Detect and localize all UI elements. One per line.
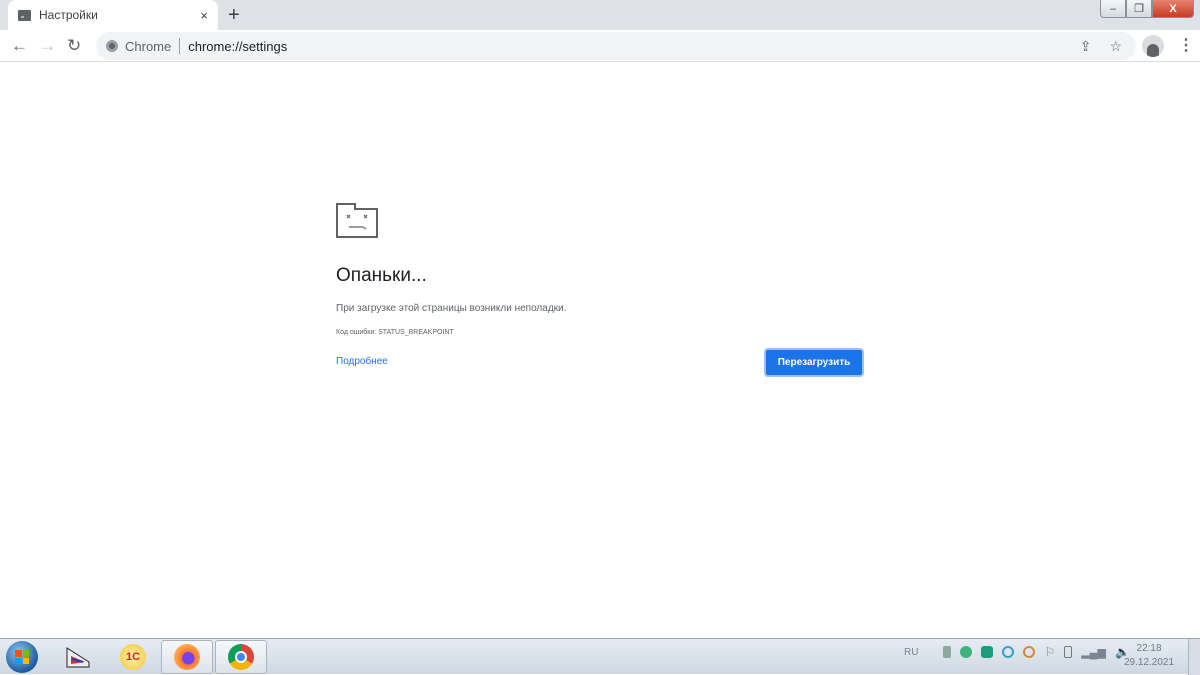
sad-page-icon	[336, 203, 378, 238]
time: 22:18	[1136, 643, 1162, 654]
new-tab-button[interactable]: +	[228, 5, 240, 25]
address-bar[interactable]: Chrome chrome://settings ⇪ ☆	[96, 32, 1136, 60]
wifi-hotspot-icon[interactable]	[1002, 646, 1015, 658]
tab-title: Настройки	[39, 8, 98, 22]
url-text[interactable]: chrome://settings	[188, 39, 287, 54]
error-title: Опаньки...	[336, 265, 427, 286]
profile-button[interactable]	[1142, 35, 1164, 57]
chrome-icon	[106, 40, 118, 52]
windows-logo-icon	[15, 650, 29, 664]
taskbar-1c[interactable]: 1С	[107, 640, 159, 674]
error-message: При загрузке этой страницы возникли непо…	[336, 303, 567, 314]
taskbar-firefox[interactable]	[161, 640, 213, 674]
error-code: Код ошибки: STATUS_BREAKPOINT	[336, 329, 454, 336]
back-button[interactable]: ←	[11, 36, 28, 56]
reload-button[interactable]: ↻	[67, 36, 81, 56]
network-app-icon[interactable]	[960, 646, 973, 658]
share-icon[interactable]: ⇪	[1080, 38, 1092, 55]
show-desktop-button[interactable]	[1188, 639, 1200, 675]
minimize-button[interactable]: ‒	[1100, 0, 1126, 18]
date: 29.12.2021	[1124, 657, 1175, 668]
tab-settings[interactable]: Настройки ×	[8, 0, 218, 30]
scanner-icon	[66, 647, 90, 668]
browser-toolbar: ← → ↻ Chrome chrome://settings ⇪ ☆ ⋮	[0, 30, 1200, 62]
start-button[interactable]	[6, 641, 38, 673]
details-link[interactable]: Подробнее	[336, 356, 388, 367]
usb-icon[interactable]	[943, 646, 952, 658]
language-indicator[interactable]: RU	[904, 647, 918, 658]
maximize-button[interactable]: ❐	[1126, 0, 1152, 18]
forward-button[interactable]: →	[39, 36, 56, 56]
taskbar: 1С RU ⚐ ▂▄▆ 🔈 22:18 29.12.2021	[0, 638, 1200, 675]
firefox-icon	[174, 644, 200, 670]
taskbar-chrome[interactable]	[215, 640, 267, 674]
bookmark-star-icon[interactable]: ☆	[1109, 38, 1122, 55]
close-window-button[interactable]: X	[1152, 0, 1194, 18]
chrome-icon	[228, 644, 254, 670]
system-tray: RU ⚐ ▂▄▆ 🔈	[904, 645, 1130, 659]
divider	[179, 38, 181, 54]
flag-icon[interactable]: ⚐	[1044, 645, 1055, 659]
sad-tab-icon	[18, 9, 31, 21]
error-page: Опаньки... При загрузке этой страницы во…	[336, 200, 864, 377]
power-app-icon[interactable]	[1023, 646, 1036, 658]
battery-icon[interactable]	[1064, 646, 1073, 658]
1c-icon: 1С	[120, 644, 146, 670]
clock[interactable]: 22:18 29.12.2021	[1124, 642, 1174, 670]
origin-chip: Chrome	[125, 38, 172, 54]
tab-strip: Настройки × + ‒ ❐ X	[0, 0, 1200, 30]
avatar-icon	[1142, 35, 1164, 57]
window-controls: ‒ ❐ X	[1100, 0, 1194, 18]
reload-page-button[interactable]: Перезагрузить	[764, 348, 864, 377]
menu-button[interactable]: ⋮	[1178, 35, 1194, 55]
shield-icon[interactable]	[981, 646, 994, 658]
taskbar-scanner[interactable]	[52, 640, 104, 674]
close-tab-icon[interactable]: ×	[200, 8, 208, 23]
signal-icon[interactable]: ▂▄▆	[1081, 646, 1106, 659]
